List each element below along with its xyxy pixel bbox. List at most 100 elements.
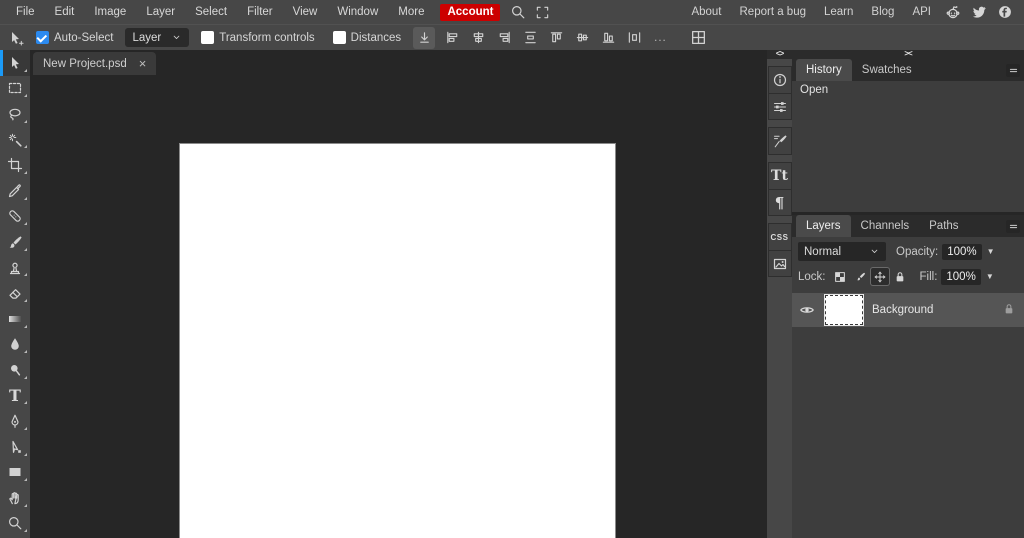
tool-hand[interactable] <box>0 485 30 511</box>
menu-more[interactable]: More <box>388 0 434 24</box>
css-icon: CSS <box>770 232 789 242</box>
visibility-toggle[interactable] <box>798 302 816 318</box>
auto-align-button[interactable] <box>413 26 436 49</box>
dock-character-button[interactable]: Tt <box>769 163 791 189</box>
link-blog[interactable]: Blog <box>862 0 903 24</box>
tool-blur[interactable] <box>0 332 30 358</box>
dock-expand-button[interactable]: <> <box>767 50 792 59</box>
menu-view[interactable]: View <box>283 0 328 24</box>
tool-type[interactable]: T <box>0 383 30 409</box>
grid-view-button[interactable] <box>688 27 710 49</box>
close-icon[interactable]: × <box>139 57 147 70</box>
tool-pen[interactable] <box>0 408 30 434</box>
link-report-a-bug[interactable]: Report a bug <box>731 0 816 24</box>
tool-brush[interactable] <box>0 229 30 255</box>
history-tab-history[interactable]: History <box>796 59 852 81</box>
facebook-icon[interactable] <box>994 0 1016 24</box>
layers-panel-menu-button[interactable] <box>1006 219 1020 233</box>
dock-paragraph-button[interactable]: ¶ <box>768 189 791 215</box>
menu-edit[interactable]: Edit <box>45 0 85 24</box>
opacity-dropdown-arrow[interactable]: ▼ <box>987 247 995 256</box>
lock-pixels-button[interactable] <box>851 268 869 285</box>
transform-controls-checkbox[interactable]: Transform controls <box>201 31 315 44</box>
twitter-icon[interactable] <box>968 0 990 24</box>
tool-rectangle-shape[interactable] <box>0 460 30 486</box>
layers-tab-channels[interactable]: Channels <box>851 215 920 237</box>
history-panel-menu-button[interactable] <box>1006 63 1020 77</box>
dock-group <box>767 127 792 155</box>
dock-image-button[interactable] <box>768 250 791 276</box>
tool-marquee-select[interactable] <box>0 76 30 102</box>
dock-css-button[interactable]: CSS <box>769 224 791 250</box>
distances-checkbox[interactable]: Distances <box>332 31 401 44</box>
align-center-h-button[interactable] <box>467 27 489 49</box>
distribute-v-button[interactable] <box>519 27 541 49</box>
dock-brush-settings-button[interactable] <box>769 128 791 154</box>
blend-mode-select[interactable]: Normal <box>798 242 886 261</box>
history-panel-tabs: History Swatches <box>792 59 1024 81</box>
move-icon <box>7 55 23 71</box>
layers-tab-layers[interactable]: Layers <box>796 215 851 237</box>
dock-info-button[interactable] <box>769 67 791 93</box>
menu-window[interactable]: Window <box>327 0 388 24</box>
lasso-icon <box>7 106 23 122</box>
tool-gradient[interactable] <box>0 306 30 332</box>
menu-filter[interactable]: Filter <box>237 0 283 24</box>
document-tab[interactable]: New Project.psd × <box>33 52 157 75</box>
main-area: T New Project.psd × <> Tt ¶ CSS >< History… <box>0 50 1024 538</box>
lock-all-button[interactable] <box>891 268 909 285</box>
reddit-icon[interactable] <box>942 0 964 24</box>
link-about[interactable]: About <box>682 0 730 24</box>
transform-controls-checkbox-slot: Transform controls <box>195 31 320 44</box>
lock-position-button[interactable] <box>870 268 889 285</box>
panels-collapse-button[interactable]: >< <box>792 50 1024 59</box>
history-tab-swatches[interactable]: Swatches <box>852 59 922 81</box>
tool-eyedropper[interactable] <box>0 178 30 204</box>
link-learn[interactable]: Learn <box>815 0 862 24</box>
menu-file[interactable]: File <box>6 0 45 24</box>
layer-name: Background <box>872 304 934 316</box>
opacity-value[interactable]: 100% <box>942 243 982 260</box>
menu-image[interactable]: Image <box>84 0 136 24</box>
fullscreen-button[interactable] <box>530 0 554 24</box>
document-canvas[interactable] <box>180 144 615 538</box>
align-right-button[interactable] <box>493 27 515 49</box>
fill-dropdown-arrow[interactable]: ▼ <box>986 272 994 281</box>
zoom-icon <box>7 515 23 531</box>
link-api[interactable]: API <box>903 0 940 24</box>
tool-lasso[interactable] <box>0 101 30 127</box>
align-middle-button[interactable] <box>571 27 593 49</box>
layer-row[interactable]: Background <box>792 293 1024 327</box>
tool-clone-stamp[interactable] <box>0 255 30 281</box>
dock-adjustments-button[interactable] <box>768 93 791 119</box>
layers-tab-paths[interactable]: Paths <box>919 215 968 237</box>
auto-select-checkbox[interactable]: Auto-Select <box>36 31 113 44</box>
menu-layer[interactable]: Layer <box>136 0 185 24</box>
search-button[interactable] <box>506 0 530 24</box>
menu-select[interactable]: Select <box>185 0 237 24</box>
tool-spot-heal[interactable] <box>0 204 30 230</box>
tool-dodge[interactable] <box>0 357 30 383</box>
align-top-button[interactable] <box>545 27 567 49</box>
history-item[interactable]: Open <box>792 81 1024 99</box>
align-left-button[interactable] <box>441 27 463 49</box>
clone-stamp-icon <box>7 260 23 276</box>
checkbox-box <box>201 31 215 44</box>
fill-value[interactable]: 100% <box>941 268 981 285</box>
opacity-label: Opacity: <box>896 245 939 258</box>
tool-path-select[interactable] <box>0 434 30 460</box>
align-bottom-button[interactable] <box>597 27 619 49</box>
more-options-button[interactable]: ... <box>651 32 670 44</box>
tool-eraser[interactable] <box>0 280 30 306</box>
tool-magic-wand[interactable] <box>0 127 30 153</box>
dodge-icon <box>7 362 23 378</box>
distribute-h-button[interactable] <box>623 27 645 49</box>
tool-zoom[interactable] <box>0 511 30 537</box>
lock-transparency-button[interactable] <box>831 268 849 285</box>
tool-move[interactable] <box>0 50 30 76</box>
account-button[interactable]: Account <box>440 3 501 21</box>
brush-settings-icon <box>772 133 788 149</box>
target-dropdown[interactable]: Layer <box>125 28 190 47</box>
tool-crop[interactable] <box>0 152 30 178</box>
layer-thumbnail[interactable] <box>825 295 863 325</box>
